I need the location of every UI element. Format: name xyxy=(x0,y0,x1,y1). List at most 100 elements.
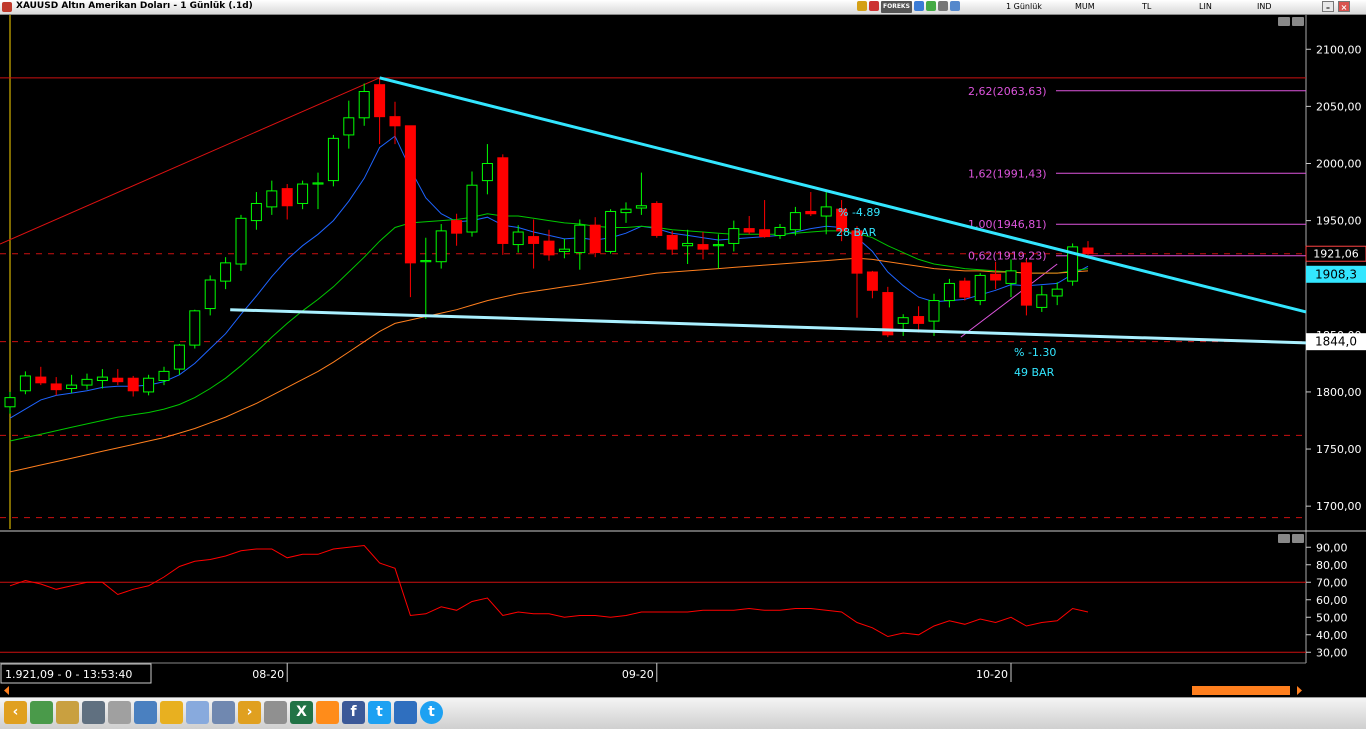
candle-body-down xyxy=(281,188,293,207)
candle-body-up xyxy=(1036,294,1048,308)
scrollbar-thumb[interactable] xyxy=(1192,686,1290,695)
candle-body-up xyxy=(158,370,170,382)
panel-maximize-icon[interactable] xyxy=(1278,17,1290,26)
rsi-tick-label: 60,00 xyxy=(1316,594,1348,607)
candle xyxy=(189,309,201,349)
candle-body-up xyxy=(173,344,185,370)
forward-arrow-icon[interactable]: › xyxy=(238,701,261,724)
print-icon[interactable] xyxy=(264,701,287,724)
scrollbar[interactable] xyxy=(0,685,1306,696)
candle-body-down xyxy=(651,202,663,236)
currency-button[interactable]: TL xyxy=(1142,2,1151,11)
rsi-tick-label: 50,00 xyxy=(1316,611,1348,624)
title-bar: XAUUSD Altın Amerikan Doları - 1 Günlük … xyxy=(0,0,1366,15)
candle-body-up xyxy=(728,228,740,244)
candle-body-up xyxy=(19,375,31,392)
x-tick-label: 08-20 xyxy=(252,668,284,681)
candle-body-up xyxy=(943,282,955,302)
pencil-icon[interactable] xyxy=(925,1,936,11)
candle-body-up xyxy=(235,217,247,265)
candle-body-down xyxy=(112,377,124,383)
rsi-maximize-icon[interactable] xyxy=(1278,534,1290,543)
y-tick-label: 1750,00 xyxy=(1316,443,1362,456)
candle-body-up xyxy=(682,242,694,247)
candle-body-down xyxy=(451,220,463,234)
period-selector[interactable]: 1 Günlük xyxy=(1006,2,1042,11)
toolbar-icons: FOREKS xyxy=(857,1,960,13)
candle-body-up xyxy=(358,91,370,119)
candle xyxy=(235,214,247,271)
tools-icon[interactable] xyxy=(134,701,157,724)
candle-body-up xyxy=(143,377,155,393)
wrench-icon[interactable] xyxy=(937,1,948,11)
candle-body-down xyxy=(543,240,555,256)
candle xyxy=(497,154,509,255)
database-icon[interactable] xyxy=(212,701,235,724)
chart-icon[interactable] xyxy=(857,1,867,11)
price-chart[interactable]: 2,62(2063,63)1,62(1991,43)1,00(1946,81)0… xyxy=(0,15,1366,697)
annotation-pct-bottom: % -1.30 xyxy=(1014,346,1056,359)
candle-body-up xyxy=(96,376,108,382)
candle-body-down xyxy=(127,377,139,392)
minimize-button[interactable]: – xyxy=(1322,1,1334,12)
candle-body-down xyxy=(50,383,62,391)
back-arrow-icon[interactable]: ‹ xyxy=(4,701,27,724)
candle-body-up xyxy=(712,244,724,247)
network-icon[interactable] xyxy=(82,701,105,724)
share-icon[interactable] xyxy=(316,701,339,724)
refresh-icon[interactable] xyxy=(869,1,879,11)
last-price-label: 1921,06 xyxy=(1313,248,1359,261)
annotation-pct-top: % -4.89 xyxy=(838,206,880,219)
settings-icon[interactable] xyxy=(186,701,209,724)
linkedin-icon[interactable] xyxy=(394,701,417,724)
candle-body-up xyxy=(928,300,940,322)
trend-upper-label: 1908,3 xyxy=(1315,267,1357,281)
candle-body-up xyxy=(605,210,617,252)
candle-body-down xyxy=(959,280,971,298)
candle-body-up xyxy=(420,260,432,263)
indicator-button[interactable]: IND xyxy=(1257,2,1272,11)
annotation-bars-top: 28 BAR xyxy=(836,226,877,239)
status-readout: 1.921,09 - 0 - 13:53:40 xyxy=(5,668,132,681)
folder-icon[interactable] xyxy=(56,701,79,724)
twitter-round-icon[interactable]: t xyxy=(420,701,443,724)
scale-button[interactable]: LIN xyxy=(1199,2,1212,11)
status-readout-box: 1.921,09 - 0 - 13:53:40 xyxy=(0,663,152,684)
candle-body-down xyxy=(990,273,1002,281)
candle-body-down xyxy=(35,376,47,384)
arrows-icon[interactable] xyxy=(949,1,960,11)
notes-icon[interactable] xyxy=(160,701,183,724)
magnifier-icon[interactable] xyxy=(108,701,131,724)
candle-body-down xyxy=(389,116,401,127)
chart-icon-bottom[interactable] xyxy=(30,701,53,724)
candle-body-up xyxy=(327,137,339,182)
candle-body-down xyxy=(528,236,540,244)
bottom-toolbar: ‹ › X f t t xyxy=(0,697,1366,729)
y-tick-label: 2000,00 xyxy=(1316,157,1362,170)
candle-body-down xyxy=(497,157,509,244)
facebook-icon[interactable]: f xyxy=(342,701,365,724)
candle-body-up xyxy=(558,248,570,252)
candle-body-down xyxy=(589,224,601,254)
candle-body-up xyxy=(820,206,832,217)
close-button[interactable]: × xyxy=(1338,1,1350,12)
panel-close-icon[interactable] xyxy=(1292,17,1304,26)
candle-body-up xyxy=(635,205,647,209)
candle-body-up xyxy=(466,184,478,233)
candle-body-down xyxy=(666,234,678,250)
twitter-icon[interactable]: t xyxy=(368,701,391,724)
rsi-tick-label: 70,00 xyxy=(1316,576,1348,589)
foreks-logo: FOREKS xyxy=(881,1,912,13)
candle-body-up xyxy=(266,190,278,208)
chart-style-button[interactable]: MUM xyxy=(1075,2,1095,11)
fib-label-1: 1,62(1991,43) xyxy=(968,167,1047,180)
x-tick-label: 09-20 xyxy=(622,668,654,681)
rsi-close-icon[interactable] xyxy=(1292,534,1304,543)
excel-icon[interactable]: X xyxy=(290,701,313,724)
candle-body-down xyxy=(1020,262,1032,306)
grid-icon[interactable] xyxy=(913,1,924,11)
candle-body-down xyxy=(866,271,878,291)
y-tick-label: 1800,00 xyxy=(1316,386,1362,399)
scrollbar-track[interactable] xyxy=(0,685,1306,696)
candle-body-up xyxy=(297,183,309,204)
